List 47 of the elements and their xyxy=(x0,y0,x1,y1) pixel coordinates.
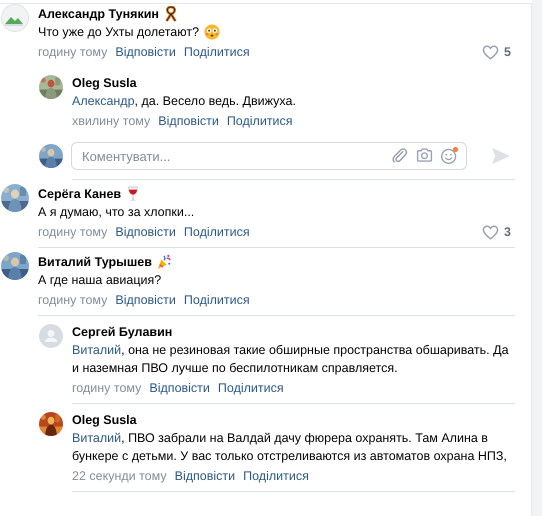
heart-icon[interactable] xyxy=(482,224,500,240)
reply-link[interactable]: Відповісти xyxy=(174,469,236,483)
share-link[interactable]: Поділитися xyxy=(184,225,250,239)
author-name[interactable]: Виталий Турышев xyxy=(38,255,152,269)
comment-time: годину тому xyxy=(38,293,108,307)
camera-icon[interactable] xyxy=(415,146,434,165)
comment-time: годину тому xyxy=(72,381,142,395)
comment-time: годину тому xyxy=(38,225,108,239)
share-link[interactable]: Поділитися xyxy=(243,469,309,483)
mention-link[interactable]: Виталий xyxy=(72,343,122,357)
comment-text: Александр, да. Весело ведь. Движуха. xyxy=(72,93,296,110)
comment-field[interactable]: Коментувати... xyxy=(71,142,467,170)
author-name[interactable]: Александр Тунякин xyxy=(38,7,159,21)
mention-link[interactable]: Виталий xyxy=(72,431,122,445)
emoji-icon[interactable] xyxy=(440,146,459,165)
default-avatar-icon xyxy=(39,324,63,348)
reply-link[interactable]: Відповісти xyxy=(115,45,176,59)
party-popper-icon xyxy=(156,254,171,270)
comment-time: хвилину тому xyxy=(72,114,150,128)
author-name[interactable]: Серёга Канев xyxy=(38,187,122,201)
wine-glass-icon xyxy=(126,186,140,202)
reply-link[interactable]: Відповісти xyxy=(115,293,176,307)
comment-text: А где наша авиация? xyxy=(38,272,162,289)
reply-link[interactable]: Відповісти xyxy=(115,225,176,239)
share-link[interactable]: Поділитися xyxy=(226,114,293,128)
like-count: 5 xyxy=(504,45,512,59)
author-name[interactable]: Сергей Булавин xyxy=(72,325,172,339)
comment-time: годину тому xyxy=(38,45,108,59)
comment-text: А я думаю, что за хлопки... xyxy=(38,204,194,221)
ribbon-icon xyxy=(164,6,178,22)
author-name[interactable]: Oleg Susla xyxy=(72,413,137,427)
share-link[interactable]: Поділитися xyxy=(184,293,250,307)
send-icon[interactable] xyxy=(491,147,511,165)
share-link[interactable]: Поділитися xyxy=(184,45,250,59)
attach-icon[interactable] xyxy=(390,146,409,165)
reply-link[interactable]: Відповісти xyxy=(149,381,210,395)
mention-link[interactable]: Александр xyxy=(72,94,135,108)
comment-time: 22 секунди тому xyxy=(72,469,167,483)
like-count: 3 xyxy=(504,225,512,239)
heart-icon[interactable] xyxy=(482,44,500,60)
author-name[interactable]: Oleg Susla xyxy=(72,76,137,90)
comment-text: Виталий, она не резиновая такие обширные пространства обшаривать. Да и наземная ПВО лучше по беспилотникам справляется. xyxy=(72,342,510,377)
flushed-face-icon xyxy=(204,24,220,40)
reply-link[interactable]: Відповісти xyxy=(158,114,219,128)
share-link[interactable]: Поділитися xyxy=(218,381,284,395)
comment-text: Виталий, ПВО забрали на Валдай дачу фюрера охранять. Там Алина в бункере с детьми. У вас только отстреливаются из автоматов охрана НПЗ, xyxy=(72,430,508,465)
comment-text: Что уже до Ухты долетают? xyxy=(38,24,200,41)
